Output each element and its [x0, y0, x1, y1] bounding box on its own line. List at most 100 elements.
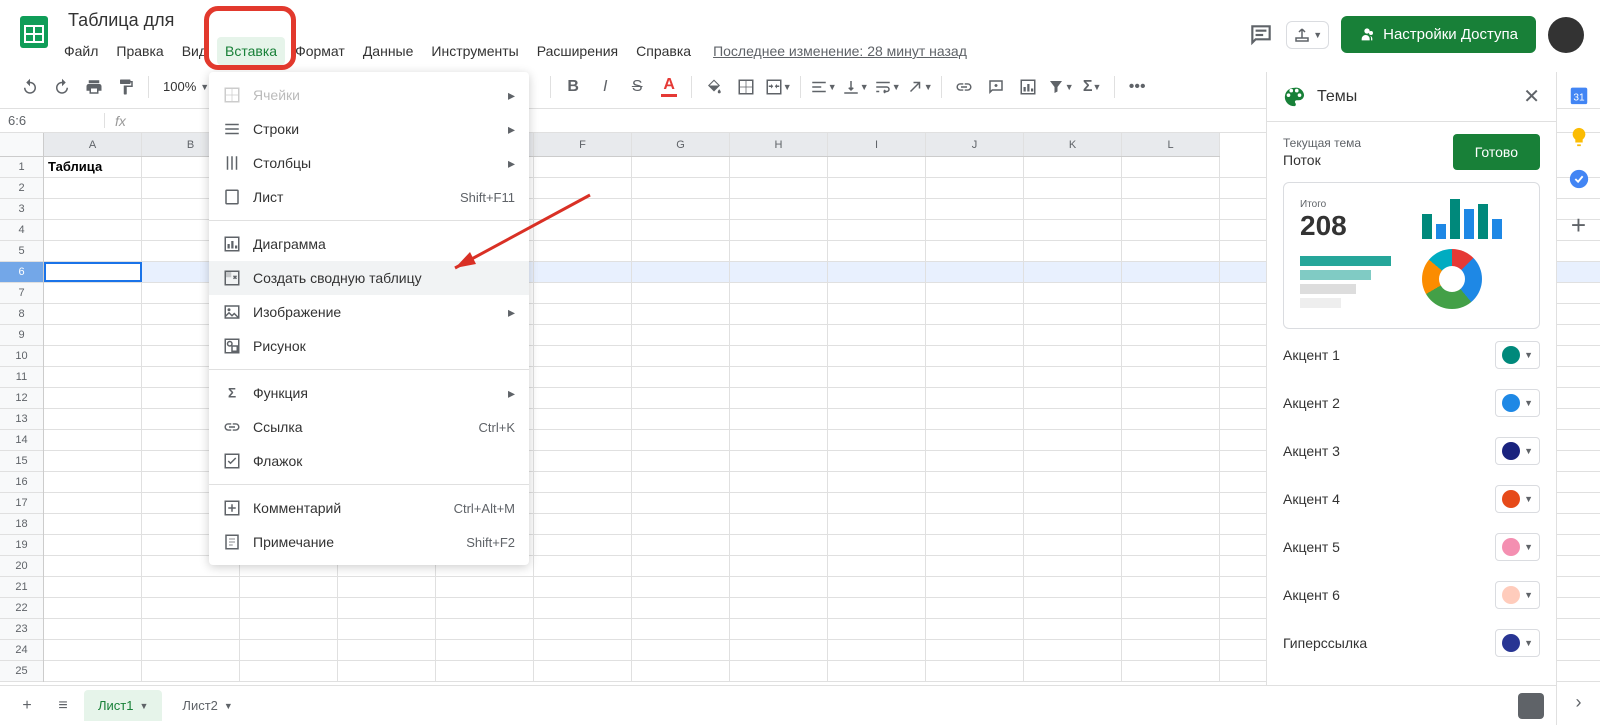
add-sheet-button[interactable]: + — [12, 691, 42, 721]
cell[interactable] — [632, 388, 730, 408]
keep-icon[interactable] — [1568, 126, 1590, 148]
cell[interactable] — [44, 598, 142, 618]
cell[interactable] — [1122, 430, 1220, 450]
cell[interactable] — [1024, 472, 1122, 492]
name-box[interactable]: 6:6 — [0, 113, 105, 128]
cell[interactable] — [632, 157, 730, 177]
col-header[interactable]: F — [534, 133, 632, 156]
menu-данные[interactable]: Данные — [355, 37, 422, 65]
cell[interactable] — [1122, 241, 1220, 261]
cell[interactable] — [338, 598, 436, 618]
cell[interactable] — [730, 661, 828, 681]
cell[interactable] — [926, 262, 1024, 282]
menu-item-note[interactable]: ПримечаниеShift+F2 — [209, 525, 529, 559]
menu-правка[interactable]: Правка — [108, 37, 171, 65]
cell[interactable] — [44, 451, 142, 471]
cell[interactable] — [828, 640, 926, 660]
close-panel-button[interactable]: ✕ — [1523, 84, 1540, 109]
fill-color-button[interactable] — [700, 73, 728, 101]
cell[interactable] — [1024, 388, 1122, 408]
cell[interactable] — [44, 367, 142, 387]
cell[interactable] — [828, 304, 926, 324]
cell[interactable] — [632, 304, 730, 324]
cell[interactable] — [828, 388, 926, 408]
menu-вид[interactable]: Вид — [174, 37, 215, 65]
cell[interactable] — [534, 598, 632, 618]
cell[interactable] — [828, 493, 926, 513]
cell[interactable] — [1122, 640, 1220, 660]
cell[interactable] — [1024, 535, 1122, 555]
cell[interactable] — [632, 178, 730, 198]
cell[interactable] — [632, 346, 730, 366]
col-header[interactable]: H — [730, 133, 828, 156]
cell[interactable] — [632, 241, 730, 261]
cell[interactable] — [44, 283, 142, 303]
menu-item-image[interactable]: Изображение▸ — [209, 295, 529, 329]
cell[interactable] — [632, 220, 730, 240]
more-button[interactable]: ••• — [1123, 73, 1151, 101]
cell[interactable] — [534, 661, 632, 681]
cell[interactable] — [44, 556, 142, 576]
cell[interactable] — [828, 451, 926, 471]
cell[interactable] — [436, 640, 534, 660]
cell[interactable] — [730, 598, 828, 618]
strike-button[interactable]: S — [623, 73, 651, 101]
bold-button[interactable]: B — [559, 73, 587, 101]
menu-item-chart[interactable]: Диаграмма — [209, 227, 529, 261]
cell[interactable] — [730, 325, 828, 345]
row-header[interactable]: 21 — [0, 577, 43, 598]
cell[interactable] — [828, 178, 926, 198]
sheet-tab[interactable]: Лист1 ▼ — [84, 690, 162, 721]
color-picker[interactable]: ▼ — [1495, 629, 1540, 657]
row-header[interactable]: 15 — [0, 451, 43, 472]
cell[interactable] — [730, 262, 828, 282]
paint-format-button[interactable] — [112, 73, 140, 101]
color-picker[interactable]: ▼ — [1495, 389, 1540, 417]
cell[interactable] — [730, 178, 828, 198]
cell[interactable] — [44, 535, 142, 555]
cell[interactable] — [1122, 514, 1220, 534]
menu-item-function[interactable]: ΣФункция▸ — [209, 376, 529, 410]
cell[interactable] — [926, 535, 1024, 555]
cell[interactable] — [730, 472, 828, 492]
cell[interactable] — [534, 514, 632, 534]
cell[interactable] — [632, 199, 730, 219]
cell[interactable] — [44, 577, 142, 597]
cell[interactable] — [828, 367, 926, 387]
cell[interactable] — [730, 283, 828, 303]
cell[interactable] — [240, 598, 338, 618]
cell[interactable] — [730, 619, 828, 639]
row-header[interactable]: 22 — [0, 598, 43, 619]
avatar[interactable] — [1548, 17, 1584, 53]
cell[interactable] — [828, 472, 926, 492]
cell[interactable] — [534, 451, 632, 471]
cell[interactable] — [926, 241, 1024, 261]
cell[interactable] — [436, 598, 534, 618]
cell[interactable] — [1024, 283, 1122, 303]
col-header[interactable]: A — [44, 133, 142, 156]
cell[interactable] — [44, 430, 142, 450]
cell[interactable] — [632, 577, 730, 597]
cell[interactable] — [44, 241, 142, 261]
cell[interactable] — [828, 535, 926, 555]
cell[interactable] — [926, 388, 1024, 408]
text-color-button[interactable]: A — [655, 73, 683, 101]
cell[interactable] — [1122, 388, 1220, 408]
cell[interactable] — [1122, 619, 1220, 639]
cell[interactable] — [926, 493, 1024, 513]
cell[interactable] — [828, 241, 926, 261]
cell[interactable] — [632, 325, 730, 345]
cell[interactable] — [730, 346, 828, 366]
cell[interactable] — [1024, 598, 1122, 618]
cell[interactable] — [926, 514, 1024, 534]
cell[interactable] — [828, 157, 926, 177]
cell[interactable] — [828, 430, 926, 450]
cell[interactable] — [730, 241, 828, 261]
menu-инструменты[interactable]: Инструменты — [423, 37, 526, 65]
row-header[interactable]: 4 — [0, 220, 43, 241]
cell[interactable] — [1122, 535, 1220, 555]
row-header[interactable]: 23 — [0, 619, 43, 640]
col-header[interactable]: G — [632, 133, 730, 156]
cell[interactable] — [926, 661, 1024, 681]
cell[interactable] — [1024, 661, 1122, 681]
